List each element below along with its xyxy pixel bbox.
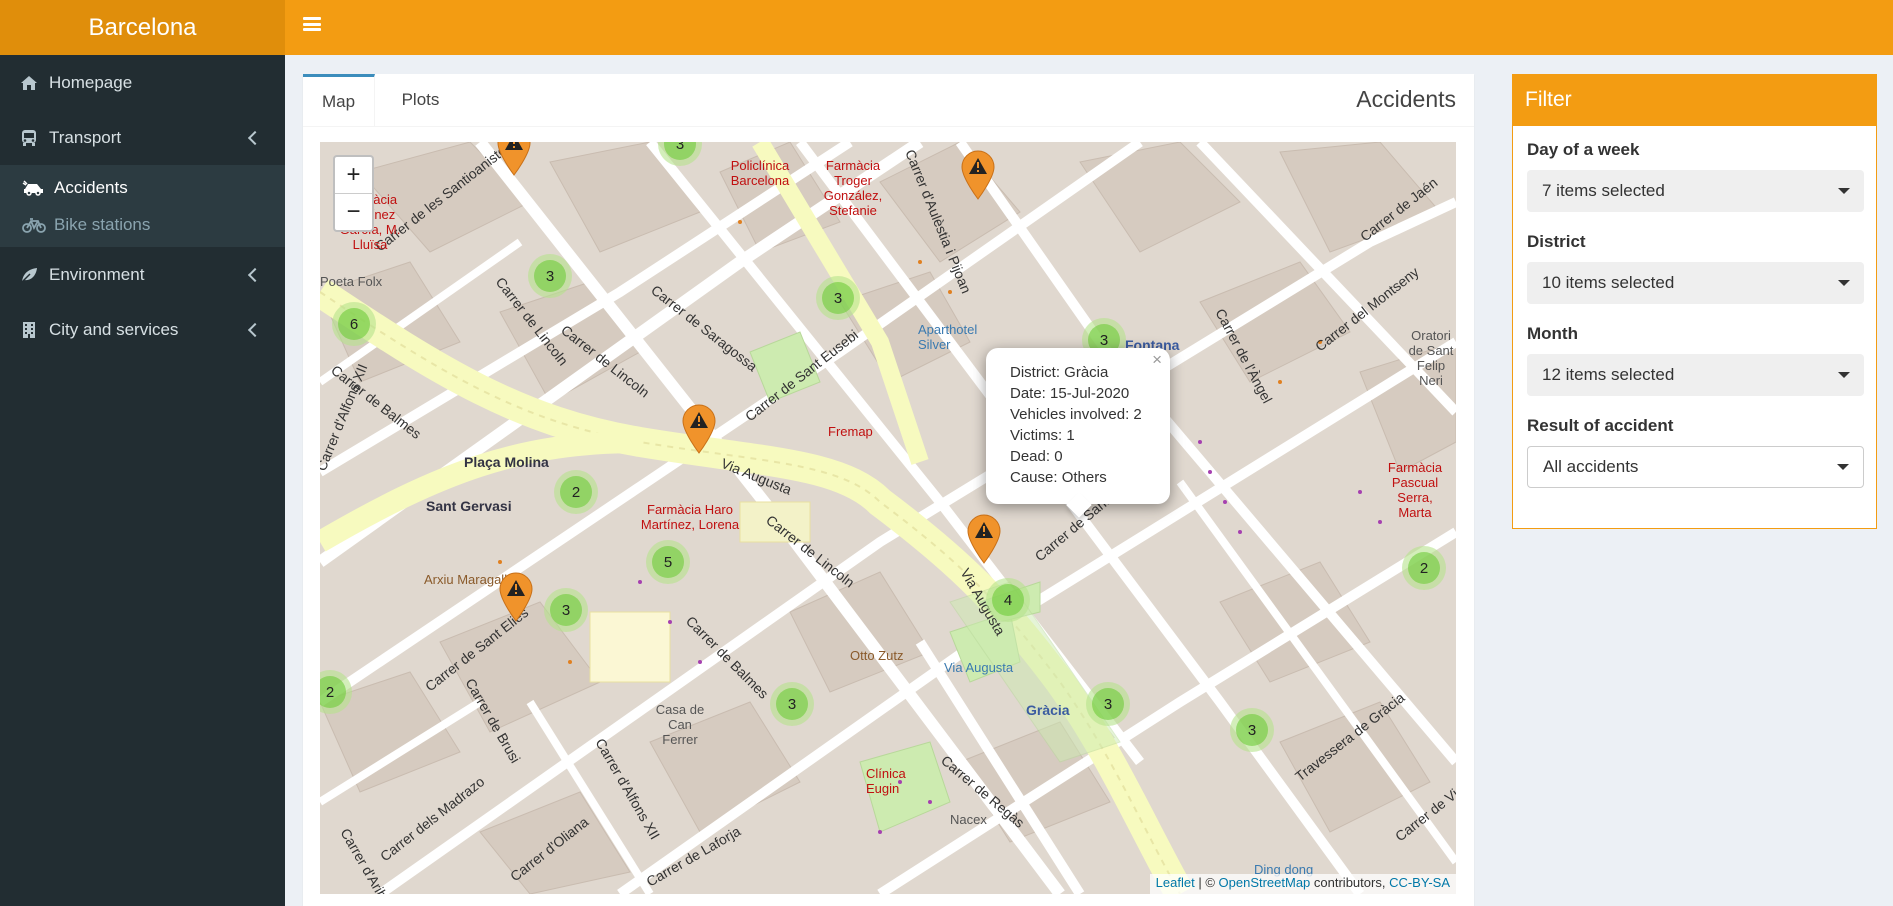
caret-down-icon bbox=[1838, 280, 1850, 286]
filter-box: Filter Day of a week 7 items selected Di… bbox=[1512, 74, 1877, 529]
map-view[interactable]: Carrer de les Santioanistes Carrer de Li… bbox=[320, 142, 1456, 894]
sidebar-subitem-label: Bike stations bbox=[54, 214, 151, 234]
sidebar-subitem-bike-stations[interactable]: Bike stations bbox=[0, 206, 285, 243]
top-navbar bbox=[285, 0, 1893, 55]
sidebar: Homepage Transport Accidents Bike statio… bbox=[0, 55, 285, 906]
place-label: Via Augusta bbox=[944, 660, 1014, 675]
filter-day-group: Day of a week 7 items selected bbox=[1527, 140, 1864, 212]
sidebar-item-city-and-services[interactable]: City and services bbox=[0, 302, 285, 357]
filter-result-group: Result of accident All accidents bbox=[1527, 416, 1864, 488]
filter-month-group: Month 12 items selected bbox=[1527, 324, 1864, 396]
sidebar-item-label: Homepage bbox=[49, 72, 133, 92]
marker-cluster[interactable]: 3 bbox=[528, 254, 572, 298]
day-of-week-select[interactable]: 7 items selected bbox=[1527, 170, 1864, 212]
marker-cluster[interactable]: 2 bbox=[554, 470, 598, 514]
sidebar-item-transport[interactable]: Transport bbox=[0, 110, 285, 165]
place-label: Fremap bbox=[828, 424, 873, 439]
place-label: Poeta Folx bbox=[320, 274, 383, 289]
tab-map[interactable]: Map bbox=[303, 74, 375, 126]
menu-toggle-icon[interactable] bbox=[303, 15, 321, 33]
osm-link[interactable]: OpenStreetMap bbox=[1219, 875, 1311, 890]
marker-cluster[interactable]: 3 bbox=[544, 588, 588, 632]
sidebar-subitem-accidents[interactable]: Accidents bbox=[0, 169, 285, 206]
place-label: Gràcia bbox=[1026, 702, 1070, 718]
place-label: Farmàcia Troger González, Stefanie bbox=[823, 158, 883, 218]
accident-marker-icon[interactable] bbox=[498, 572, 534, 622]
marker-cluster[interactable]: 3 bbox=[1086, 682, 1130, 726]
place-label: Sant Gervasi bbox=[426, 498, 512, 514]
tab-plots[interactable]: Plots bbox=[375, 74, 466, 126]
zoom-control: + − bbox=[333, 155, 374, 232]
marker-cluster[interactable]: 5 bbox=[646, 540, 690, 584]
place-label: Farmàcia Haro Martínez, Lorena bbox=[640, 502, 740, 532]
tab-box: Map Plots Accidents Carrer de les Santio… bbox=[303, 74, 1474, 906]
accident-marker-icon[interactable] bbox=[960, 150, 996, 200]
filter-district-group: District 10 items selected bbox=[1527, 232, 1864, 304]
popup-date: Date: 15-Jul-2020 bbox=[1010, 385, 1130, 402]
caret-down-icon bbox=[1837, 464, 1849, 470]
place-label: Arxiu Maragall bbox=[424, 572, 508, 587]
accident-marker-icon[interactable] bbox=[496, 142, 532, 176]
marker-cluster[interactable]: 6 bbox=[332, 302, 376, 346]
sidebar-subitem-label: Accidents bbox=[54, 177, 128, 197]
district-select[interactable]: 10 items selected bbox=[1527, 262, 1864, 304]
place-label: Farmàcia Pascual Serra, Marta bbox=[1387, 460, 1443, 520]
popup-cause: Cause: Others bbox=[1010, 469, 1107, 486]
sidebar-item-label: Transport bbox=[49, 127, 122, 147]
sidebar-item-environment[interactable]: Environment bbox=[0, 247, 285, 302]
home-icon bbox=[19, 73, 39, 93]
popup-district: District: Gràcia bbox=[1010, 364, 1109, 381]
result-of-accident-select[interactable]: All accidents bbox=[1527, 446, 1864, 488]
marker-cluster[interactable]: 3 bbox=[770, 682, 814, 726]
marker-cluster[interactable]: 2 bbox=[1402, 546, 1446, 590]
sidebar-item-label: Environment bbox=[49, 264, 145, 284]
accident-popup: × District: Gràcia Date: 15-Jul-2020 Veh… bbox=[986, 348, 1170, 518]
popup-victims: Victims: 1 bbox=[1010, 427, 1075, 444]
caret-down-icon bbox=[1838, 372, 1850, 378]
chevron-left-icon bbox=[247, 130, 263, 145]
filter-district-label: District bbox=[1527, 232, 1586, 251]
bicycle-icon bbox=[22, 216, 48, 234]
place-label: Oratori de Sant Felip Neri bbox=[1408, 328, 1454, 388]
sidebar-item-homepage[interactable]: Homepage bbox=[0, 55, 285, 110]
zoom-in-button[interactable]: + bbox=[335, 157, 372, 194]
accident-marker-icon[interactable] bbox=[966, 514, 1002, 564]
page-title: Accidents bbox=[1356, 86, 1456, 112]
place-label: Policlínica Barcelona bbox=[730, 158, 790, 188]
building-icon bbox=[19, 320, 39, 340]
car-crash-icon bbox=[22, 179, 48, 197]
transport-submenu: Accidents Bike stations bbox=[0, 165, 285, 247]
accident-marker-icon[interactable] bbox=[681, 404, 717, 454]
sidebar-item-label: City and services bbox=[49, 319, 179, 339]
month-select[interactable]: 12 items selected bbox=[1527, 354, 1864, 396]
leaflet-link[interactable]: Leaflet bbox=[1156, 875, 1195, 890]
filter-day-label: Day of a week bbox=[1527, 140, 1640, 159]
popup-vehicles: Vehicles involved: 2 bbox=[1010, 406, 1142, 423]
place-label: Aparthotel Silver bbox=[918, 322, 978, 352]
license-link[interactable]: CC-BY-SA bbox=[1389, 875, 1450, 890]
marker-cluster[interactable]: 3 bbox=[816, 276, 860, 320]
map-attribution: Leaflet | © OpenStreetMap contributors, … bbox=[1149, 874, 1456, 894]
tab-bar: Map Plots Accidents bbox=[303, 74, 1474, 127]
app-title: Barcelona bbox=[88, 13, 197, 41]
place-label: Casa de Can Ferrer bbox=[655, 702, 705, 747]
bus-icon bbox=[19, 128, 39, 148]
marker-cluster[interactable]: 4 bbox=[986, 578, 1030, 622]
place-label: Nacex bbox=[950, 812, 987, 827]
filter-month-label: Month bbox=[1527, 324, 1578, 343]
filter-result-label: Result of accident bbox=[1527, 416, 1674, 435]
app-logo[interactable]: Barcelona bbox=[0, 0, 285, 55]
chevron-left-icon bbox=[247, 322, 263, 337]
zoom-out-button[interactable]: − bbox=[335, 194, 372, 230]
popup-close-button[interactable]: × bbox=[1152, 350, 1162, 370]
place-label: Clínica Eugin bbox=[866, 766, 906, 796]
marker-cluster[interactable]: 3 bbox=[1230, 708, 1274, 752]
place-label: Plaça Molina bbox=[464, 454, 549, 470]
place-label: Otto Zutz bbox=[850, 648, 904, 663]
leaf-icon bbox=[19, 265, 39, 285]
chevron-left-icon bbox=[247, 267, 263, 282]
popup-dead: Dead: 0 bbox=[1010, 448, 1063, 465]
filter-title: Filter bbox=[1513, 74, 1876, 126]
caret-down-icon bbox=[1838, 188, 1850, 194]
